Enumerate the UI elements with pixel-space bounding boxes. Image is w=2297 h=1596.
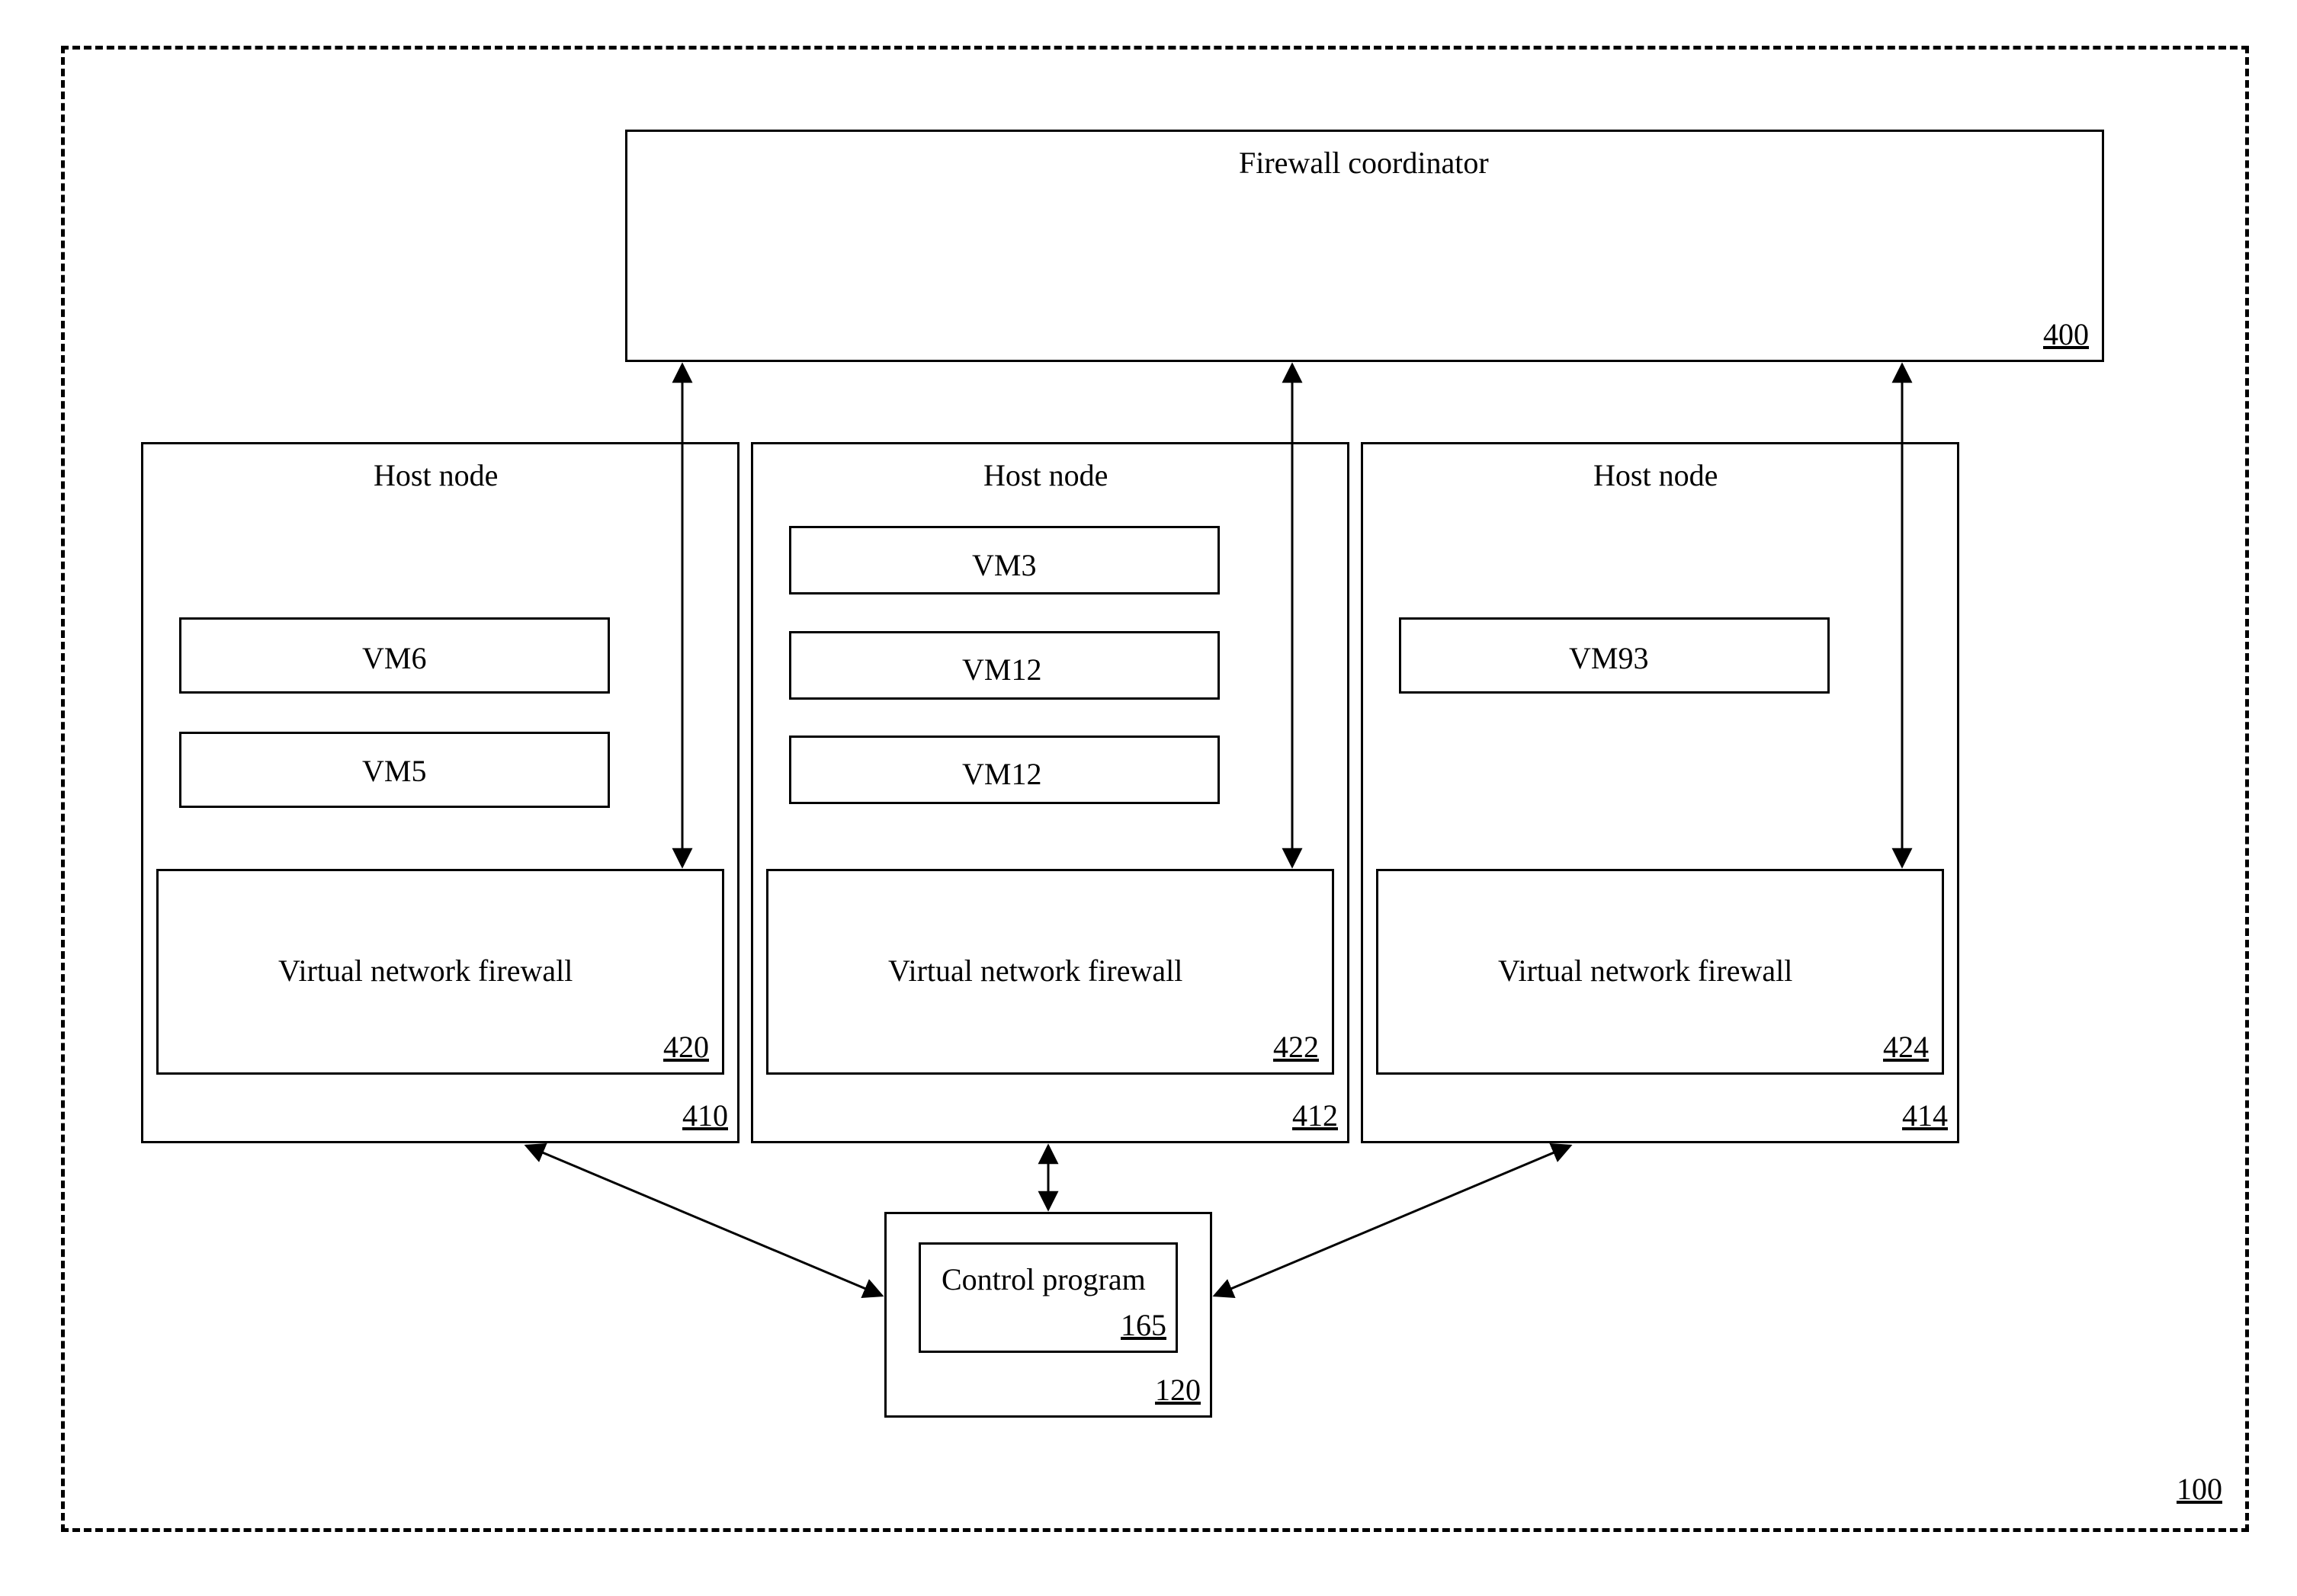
control-outer-ref: 120	[1155, 1372, 1201, 1408]
host-node-2-ref: 412	[1292, 1098, 1338, 1133]
host-node-1-ref: 410	[682, 1098, 728, 1133]
host1-vm6-label: VM6	[362, 640, 426, 676]
host2-vm3-label: VM3	[972, 547, 1036, 583]
host1-firewall-label: Virtual network firewall	[278, 953, 573, 989]
host3-firewall-ref: 424	[1883, 1029, 1929, 1065]
host-node-2-label: Host node	[983, 457, 1108, 493]
firewall-coordinator-label: Firewall coordinator	[1239, 145, 1489, 181]
host2-vm12a-label: VM12	[962, 652, 1041, 687]
host1-firewall-ref: 420	[663, 1029, 709, 1065]
host-node-3-label: Host node	[1593, 457, 1718, 493]
host2-vm12b-label: VM12	[962, 756, 1041, 792]
host3-vm93-label: VM93	[1569, 640, 1648, 676]
diagram-stage: 100 Firewall coordinator 400 Host node 4…	[0, 0, 2297, 1596]
host3-firewall-label: Virtual network firewall	[1498, 953, 1792, 989]
firewall-coordinator-ref: 400	[2043, 316, 2089, 352]
host2-firewall-label: Virtual network firewall	[888, 953, 1182, 989]
host-node-1-label: Host node	[374, 457, 498, 493]
host-node-3-ref: 414	[1902, 1098, 1948, 1133]
host2-firewall-ref: 422	[1273, 1029, 1319, 1065]
host1-vm5-label: VM5	[362, 753, 426, 789]
control-inner-ref: 165	[1121, 1307, 1166, 1343]
system-ref: 100	[2177, 1471, 2222, 1507]
control-inner-label: Control program	[942, 1261, 1146, 1297]
